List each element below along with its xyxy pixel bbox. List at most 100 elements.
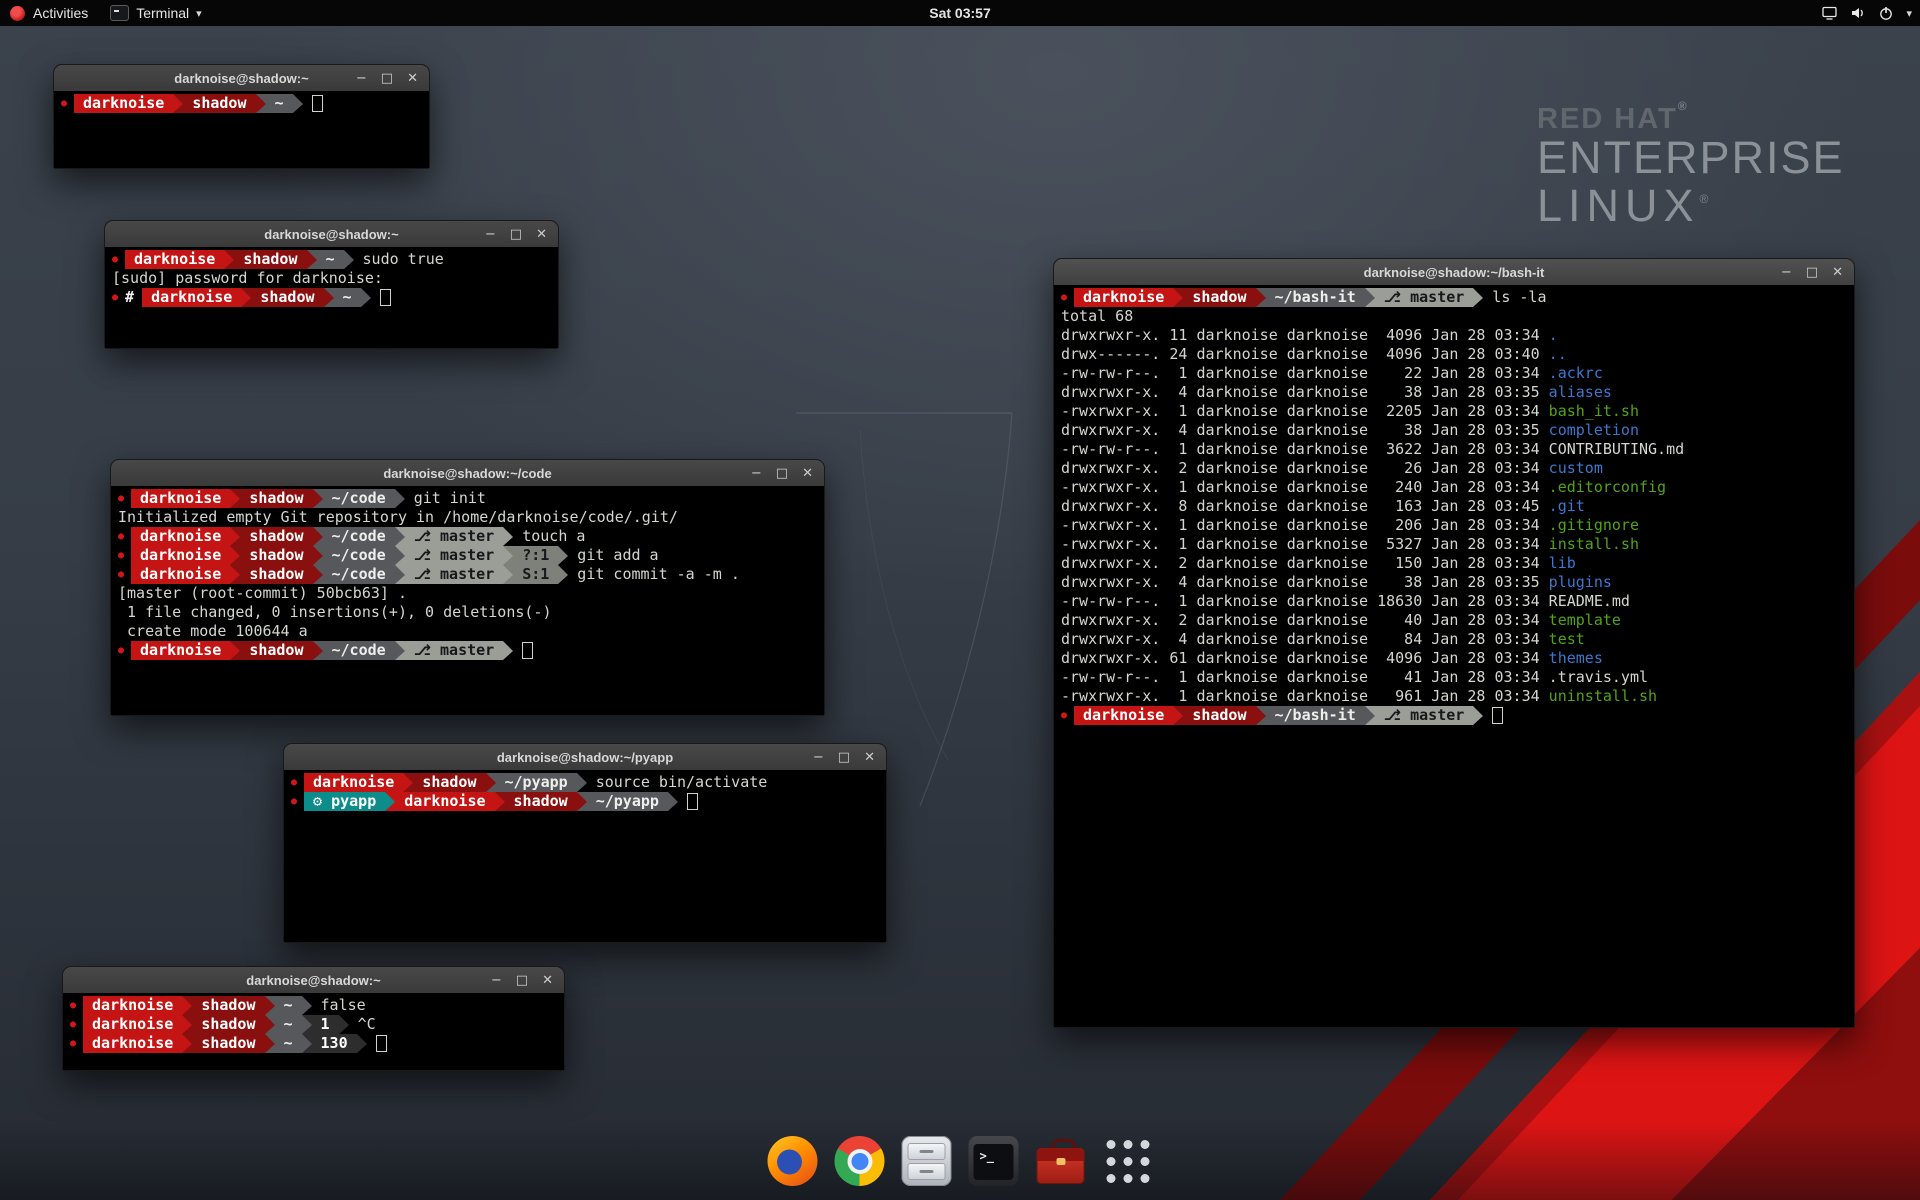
prompt-segment-path: ~ bbox=[266, 94, 293, 113]
window-titlebar[interactable]: darknoise@shadow:~ − □ ✕ bbox=[105, 221, 558, 248]
powerline-arrow-shape bbox=[302, 1034, 312, 1053]
minimize-button[interactable]: − bbox=[485, 228, 496, 241]
power-icon bbox=[1878, 5, 1894, 21]
powerline-arrow bbox=[1256, 706, 1266, 725]
window-titlebar[interactable]: darknoise@shadow:~ − □ ✕ bbox=[54, 65, 429, 92]
terminal-cursor bbox=[1492, 707, 1503, 724]
chrome-icon[interactable] bbox=[835, 1136, 885, 1186]
terminal-window-home-2[interactable]: darknoise@shadow:~ − □ ✕ ● darknoise shado… bbox=[62, 966, 565, 1071]
terminal-window-pyapp[interactable]: darknoise@shadow:~/pyapp − □ ✕ ●darknois… bbox=[283, 743, 887, 943]
file-meta: -rwxrwxr-x. 1 darknoise darknoise 5327 J… bbox=[1061, 535, 1549, 554]
prompt-icon: ● bbox=[1061, 288, 1067, 307]
close-button[interactable]: ✕ bbox=[407, 72, 418, 85]
prompt-line: ●darknoiseshadow~/codegit init bbox=[118, 489, 817, 508]
prompt-segment-user: darknoise bbox=[1074, 706, 1173, 725]
terminal-window-code[interactable]: darknoise@shadow:~/code − □ ✕ ●darknoise… bbox=[110, 459, 825, 716]
minimize-button[interactable]: − bbox=[1781, 266, 1792, 279]
minimize-button[interactable]: − bbox=[813, 751, 824, 764]
file-name: lib bbox=[1549, 554, 1576, 573]
command-text: git add a bbox=[577, 546, 658, 565]
ls-line: drwxrwxr-x. 2 darknoise darknoise 40 Jan… bbox=[1061, 611, 1847, 630]
app-grid-icon[interactable] bbox=[1103, 1136, 1153, 1186]
registered-mark: ® bbox=[1700, 192, 1715, 206]
window-titlebar[interactable]: darknoise@shadow:~/pyapp − □ ✕ bbox=[284, 744, 886, 771]
prompt-icon: ● bbox=[112, 288, 118, 307]
prompt-icon: ● bbox=[70, 996, 76, 1015]
terminal-body[interactable]: ●darknoiseshadow~false●darknoiseshadow~1… bbox=[63, 993, 564, 1070]
prompt-line: ●darknoiseshadow~/code⎇ master?:1git add… bbox=[118, 546, 817, 565]
powerline-arrow bbox=[313, 489, 323, 508]
maximize-button[interactable]: □ bbox=[510, 228, 522, 241]
powerline-arrow bbox=[1256, 288, 1266, 307]
maximize-button[interactable]: □ bbox=[381, 72, 393, 85]
dock: >_ bbox=[768, 1136, 1153, 1186]
prompt-segment-user: darknoise bbox=[142, 288, 241, 307]
minimize-button[interactable]: − bbox=[356, 72, 367, 85]
prompt-segment-host: shadow bbox=[192, 1034, 264, 1053]
terminal-dock-icon[interactable]: >_ bbox=[969, 1136, 1019, 1186]
prompt-segment-user: darknoise bbox=[83, 996, 182, 1015]
close-button[interactable]: ✕ bbox=[1832, 266, 1843, 279]
system-status-menu[interactable]: ▾ bbox=[1821, 0, 1912, 26]
files-icon[interactable] bbox=[902, 1136, 952, 1186]
terminal-cursor bbox=[312, 95, 323, 112]
ls-line: -rw-rw-r--. 1 darknoise darknoise 41 Jan… bbox=[1061, 668, 1847, 687]
maximize-button[interactable]: □ bbox=[1806, 266, 1818, 279]
prompt-segment-path: ~ bbox=[275, 996, 302, 1015]
firefox-icon[interactable] bbox=[768, 1136, 818, 1186]
prompt-segment-host: shadow bbox=[183, 94, 255, 113]
terminal-window-bash-it[interactable]: darknoise@shadow:~/bash-it − □ ✕ ● darkno… bbox=[1053, 258, 1855, 1028]
terminal-body[interactable]: ●darknoiseshadow~/bash-it⎇ masterls -lat… bbox=[1054, 285, 1854, 1027]
clock[interactable]: Sat 03:57 bbox=[929, 5, 990, 21]
terminal-cursor bbox=[522, 642, 533, 659]
powerline-arrow-shape bbox=[241, 288, 251, 307]
activities-button[interactable]: Activities bbox=[0, 5, 88, 21]
prompt-segment-host: shadow bbox=[1183, 706, 1255, 725]
file-name: . bbox=[1549, 326, 1558, 345]
file-meta: drwxrwxr-x. 11 darknoise darknoise 4096 … bbox=[1061, 326, 1549, 345]
powerline-arrow bbox=[503, 641, 513, 660]
prompt-segment-path: ~ bbox=[275, 1034, 302, 1053]
ls-line: drwxrwxr-x. 61 darknoise darknoise 4096 … bbox=[1061, 649, 1847, 668]
prompt-icon: ● bbox=[118, 641, 124, 660]
prompt-segment-user: darknoise bbox=[395, 792, 494, 811]
minimize-button[interactable]: − bbox=[751, 467, 762, 480]
terminal-body[interactable]: ●darknoiseshadow~/pyappsource bin/activa… bbox=[284, 770, 886, 942]
powerline-arrow-shape bbox=[1256, 288, 1266, 307]
prompt-segment-path: ~ bbox=[317, 250, 344, 269]
window-titlebar[interactable]: darknoise@shadow:~ − □ ✕ bbox=[63, 967, 564, 994]
close-button[interactable]: ✕ bbox=[802, 467, 813, 480]
ls-line: -rwxrwxr-x. 1 darknoise darknoise 2205 J… bbox=[1061, 402, 1847, 421]
terminal-body[interactable]: ●darknoiseshadow~ bbox=[54, 91, 429, 168]
file-name: themes bbox=[1549, 649, 1603, 668]
maximize-button[interactable]: □ bbox=[838, 751, 850, 764]
powerline-arrow bbox=[339, 1015, 349, 1034]
file-name: .editorconfig bbox=[1549, 478, 1666, 497]
powerline-arrow-shape bbox=[344, 250, 354, 269]
output-line: [master (root-commit) 50bcb63] . bbox=[118, 584, 817, 603]
terminal-window-sudo[interactable]: darknoise@shadow:~ − □ ✕ ●darknoiseshado… bbox=[104, 220, 559, 349]
toolbox-icon[interactable] bbox=[1036, 1136, 1086, 1186]
maximize-button[interactable]: □ bbox=[516, 974, 528, 987]
window-titlebar[interactable]: darknoise@shadow:~/bash-it − □ ✕ bbox=[1054, 259, 1854, 286]
ls-line: -rw-rw-r--. 1 darknoise darknoise 18630 … bbox=[1061, 592, 1847, 611]
activities-label: Activities bbox=[33, 5, 88, 21]
close-button[interactable]: ✕ bbox=[542, 974, 553, 987]
terminal-body[interactable]: ●darknoiseshadow~/codegit initInitialize… bbox=[111, 486, 824, 715]
app-menu[interactable]: Terminal ▾ bbox=[110, 5, 201, 21]
powerline-arrow-shape bbox=[503, 565, 513, 584]
maximize-button[interactable]: □ bbox=[776, 467, 788, 480]
close-button[interactable]: ✕ bbox=[536, 228, 547, 241]
window-title: darknoise@shadow:~ bbox=[246, 973, 380, 988]
terminal-window-home-1[interactable]: darknoise@shadow:~ − □ ✕ ●darknoiseshado… bbox=[53, 64, 430, 169]
prompt-segment-path: ~/bash-it bbox=[1266, 288, 1365, 307]
powerline-arrow-shape bbox=[313, 641, 323, 660]
prompt-line: ●darknoiseshadow~/code⎇ mastertouch a bbox=[118, 527, 817, 546]
terminal-body[interactable]: ●darknoiseshadow~sudo true[sudo] passwor… bbox=[105, 247, 558, 348]
window-titlebar[interactable]: darknoise@shadow:~/code − □ ✕ bbox=[111, 460, 824, 487]
grid-dot bbox=[1140, 1140, 1149, 1149]
prompt-segment-user: darknoise bbox=[131, 565, 230, 584]
minimize-button[interactable]: − bbox=[491, 974, 502, 987]
prompt-icon: ● bbox=[1061, 706, 1067, 725]
close-button[interactable]: ✕ bbox=[864, 751, 875, 764]
